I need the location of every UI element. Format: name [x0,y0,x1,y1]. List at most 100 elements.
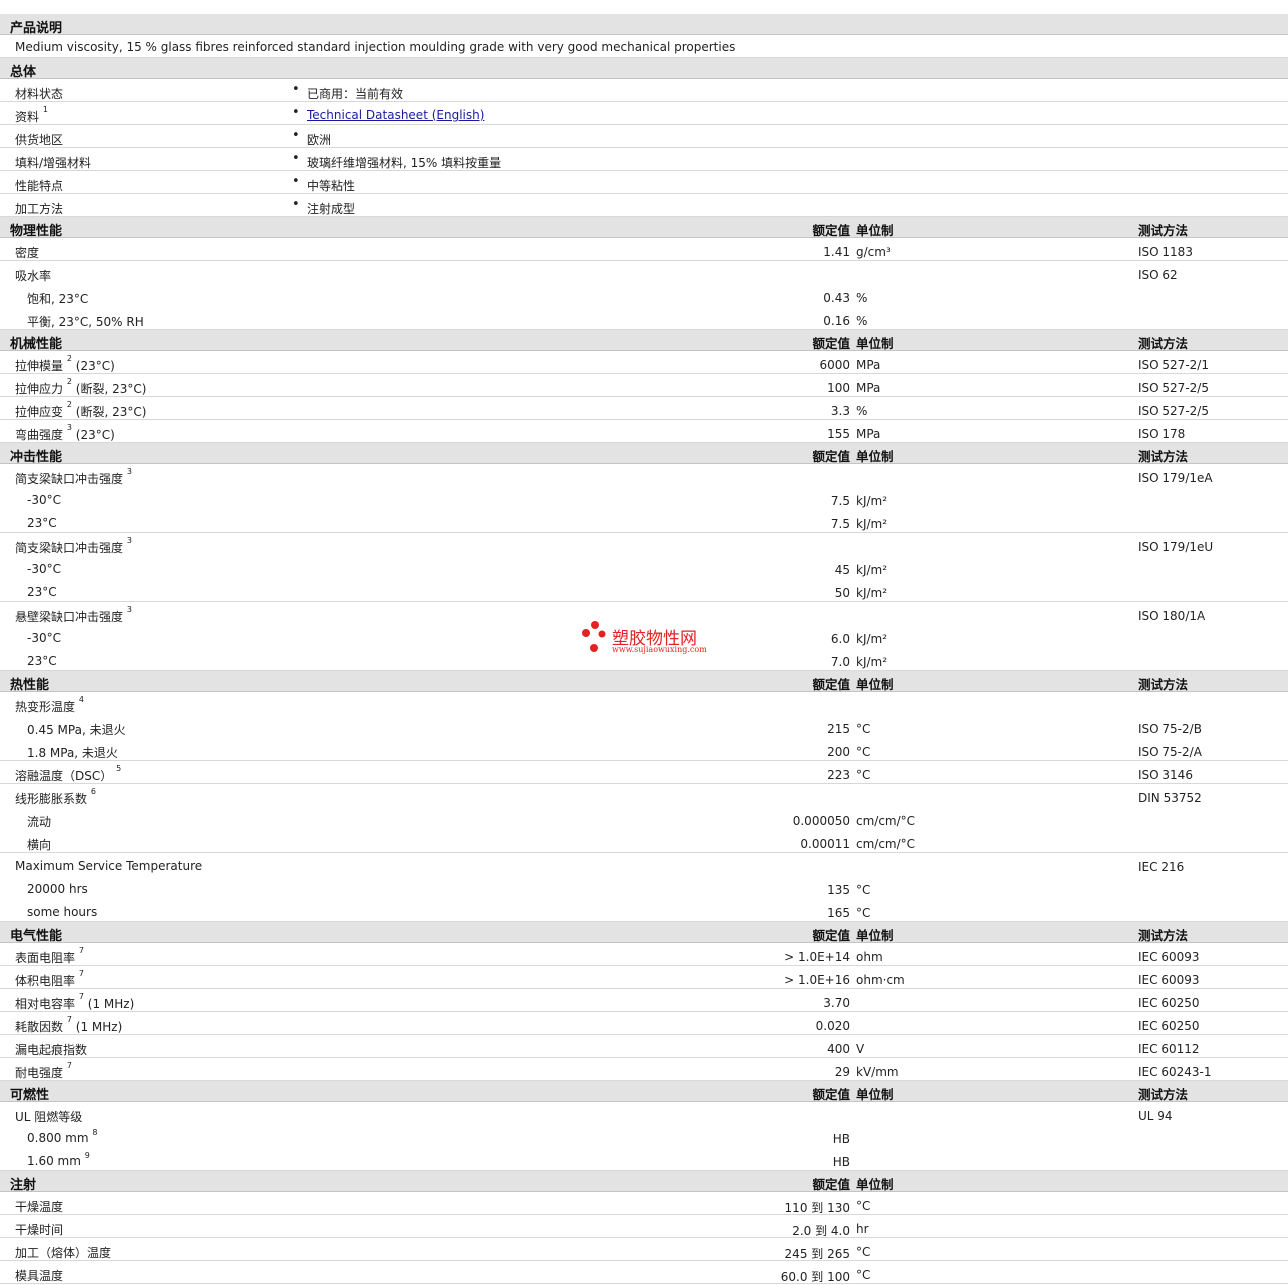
property-unit: MPa [856,381,881,395]
section-title: 冲击性能 [10,450,63,465]
property-label: 供货地区 [15,133,64,147]
property-name: 弯曲强度 [15,428,64,442]
property-unit: kJ/m² [856,563,888,577]
property-name: 热变形温度 [15,700,76,714]
footnote-ref: 3 [126,467,132,476]
property-row: 漏电起痕指数 400 V IEC 60112 [0,1035,1288,1058]
property-label: 性能特点 [15,179,64,193]
col-header-method: 测试方法 [1138,223,1189,238]
test-method: ISO 75-2/A [1138,745,1202,759]
test-method: IEC 60093 [1138,973,1200,987]
test-method: IEC 60243-1 [1138,1065,1212,1079]
test-method: ISO 178 [1138,427,1186,441]
property-row: 拉伸应力 2 (断裂, 23°C) 100 MPa ISO 527-2/5 [0,374,1288,397]
property-value: 6000 [819,358,850,372]
section-title: 注射 [10,1178,37,1193]
property-label: 拉伸应变 2 (断裂, 23°C) [15,400,147,420]
property-name: 流动 [27,815,52,829]
bullet-icon: • [292,197,300,212]
section-header: 电气性能 额定值 单位制 测试方法 [0,922,1288,944]
footnote-ref: 9 [84,1151,90,1160]
property-label: 23°C [27,516,57,530]
property-name: 饱和, 23°C [27,292,89,306]
property-label: 0.800 mm 8 [27,1128,97,1145]
section-title: 热性能 [10,678,50,693]
property-value: 3.70 [823,996,850,1010]
section-title: 电气性能 [10,929,63,944]
test-method: IEC 60093 [1138,950,1200,964]
property-label: 0.45 MPa, 未退火 [27,721,126,738]
property-label: Maximum Service Temperature [15,859,202,873]
property-row: 饱和, 23°C 0.43% [0,284,1288,307]
general-row: 供货地区 • 欧洲 [0,125,1288,148]
col-header-value: 额定值 [812,928,850,943]
footnote-ref: 2 [66,354,72,363]
datasheet-link[interactable]: Technical Datasheet (English) [307,108,484,122]
test-method: IEC 60250 [1138,1019,1200,1033]
property-row: 热变形温度 4 [0,692,1288,715]
property-label: 资料 1 [15,105,48,124]
property-label: 简支梁缺口冲击强度 3 [15,536,132,556]
property-name: 悬壁梁缺口冲击强度 [15,610,124,624]
property-label: 横向 [27,836,51,853]
property-unit: kJ/m² [856,586,888,600]
property-value: 欧洲 [307,133,332,147]
bullet-icon: • [292,128,300,143]
test-method: IEC 60112 [1138,1042,1200,1056]
property-value: 7.5 [830,517,850,531]
test-method: ISO 180/1A [1138,609,1206,623]
property-name: 模具温度 [15,1269,64,1283]
property-label: 加工方法 [15,202,64,216]
property-value: Technical Datasheet (English) [307,108,484,122]
property-row: 流动 0.000050 cm/cm/°C [0,807,1288,830]
col-header-unit: 单位制 [856,928,894,943]
bullet-icon: • [292,174,300,189]
property-row: 23°C 7.5 kJ/m² [0,510,1288,533]
property-label: 流动 [27,813,51,830]
property-label: 线形膨胀系数 6 [15,787,96,807]
col-header-method: 测试方法 [1138,928,1189,943]
property-name: 吸水率 [15,269,52,283]
section-header: 物理性能 额定值 单位制 测试方法 [0,217,1288,239]
section-title: 产品说明 [10,21,63,36]
property-unit: % [856,291,868,305]
test-method: ISO 179/1eU [1138,540,1214,554]
property-unit: °C [856,1268,871,1282]
footnote-ref: 7 [78,946,84,955]
property-label: 20000 hrs [27,882,88,896]
col-header-method: 测试方法 [1138,1087,1189,1102]
property-label: 23°C [27,654,57,668]
footnote-ref: 3 [126,605,132,614]
property-value: 135 [827,883,850,897]
property-condition: (断裂, 23°C) [75,382,147,396]
property-name: 0.800 mm [27,1131,89,1145]
bullet-icon: • [292,82,300,97]
property-label: 耗散因数 7 (1 MHz) [15,1015,123,1035]
property-condition: (1 MHz) [75,1020,123,1034]
property-row: 0.45 MPa, 未退火 215 °C ISO 75-2/B [0,715,1288,738]
col-header-method: 测试方法 [1138,336,1189,351]
property-label: -30°C [27,493,61,507]
property-value: 45 [834,563,850,577]
property-value: 50 [834,586,850,600]
property-label: 耐电强度 7 [15,1061,72,1081]
property-name: 表面电阻率 [15,951,76,965]
property-value: 7.5 [830,494,850,508]
property-row: 平衡, 23°C, 50% RH 0.16% [0,307,1288,330]
property-label: 填料/增强材料 [15,156,92,170]
footnote-ref: 3 [126,536,132,545]
bullet-icon: • [292,105,300,120]
property-label: 吸水率 [15,267,51,284]
property-unit: g/cm³ [856,245,891,259]
property-unit: V [856,1042,865,1056]
test-method: IEC 216 [1138,860,1185,874]
property-unit: ohm [856,950,883,964]
property-name: 平衡, 23°C, 50% RH [27,315,144,329]
property-unit: MPa [856,358,881,372]
property-condition: (断裂, 23°C) [75,405,147,419]
test-method: ISO 527-2/5 [1138,404,1209,418]
property-value: 155 [827,427,850,441]
property-sections: 物理性能 额定值 单位制 测试方法 密度 1.41 g/cm³ ISO 1183 吸水率 ISO … [0,217,1288,1284]
description-text: Medium viscosity, 15 % glass fibres rein… [15,40,736,54]
property-name: 简支梁缺口冲击强度 [15,472,124,486]
